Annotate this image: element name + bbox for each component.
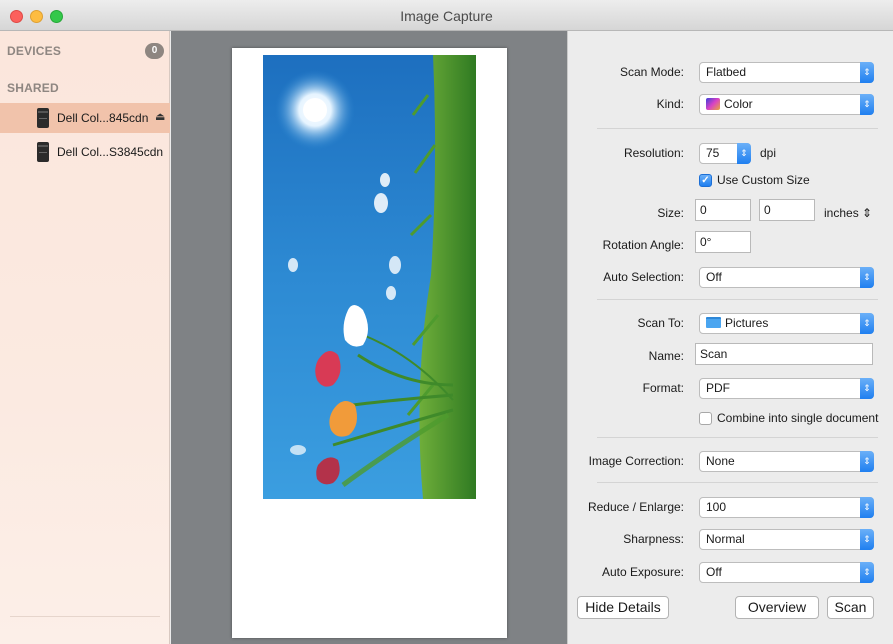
image-correction-popup[interactable]: None ⇕ <box>699 451 874 472</box>
devices-header: DEVICES <box>7 44 62 58</box>
scan-preview-area[interactable] <box>171 31 567 644</box>
chevron-updown-icon: ⇕ <box>737 143 751 164</box>
preview-page <box>232 48 507 638</box>
resolution-value: 75 <box>706 146 720 160</box>
auto-exposure-popup[interactable]: Off ⇕ <box>699 562 874 583</box>
chevron-updown-icon: ⇕ <box>860 451 874 472</box>
folder-icon <box>706 317 721 328</box>
chevron-updown-icon: ⇕ <box>860 529 874 550</box>
chevron-updown-icon: ⇕ <box>862 206 873 220</box>
chevron-updown-icon: ⇕ <box>860 267 874 288</box>
size-label: Size: <box>657 206 684 220</box>
overview-button[interactable]: Overview <box>735 596 819 619</box>
sharpness-label: Sharpness: <box>623 532 684 546</box>
resolution-label: Resolution: <box>623 146 684 160</box>
size-height-field[interactable]: 0 <box>759 199 815 221</box>
rotation-angle-label: Rotation Angle: <box>602 238 684 252</box>
format-popup[interactable]: PDF ⇕ <box>699 378 874 399</box>
kind-popup[interactable]: Color ⇕ <box>699 94 874 115</box>
printer-icon <box>37 108 49 128</box>
devices-count-badge: 0 <box>145 43 164 59</box>
divider <box>10 616 160 617</box>
combine-document-checkbox[interactable] <box>699 412 712 425</box>
chevron-updown-icon: ⇕ <box>860 378 874 399</box>
scan-to-label: Scan To: <box>637 316 684 330</box>
auto-selection-value: Off <box>706 270 722 284</box>
scan-mode-value: Flatbed <box>706 65 747 79</box>
format-value: PDF <box>706 381 730 395</box>
scanned-image[interactable] <box>263 55 476 499</box>
scan-to-popup[interactable]: Pictures ⇕ <box>699 313 874 334</box>
resolution-unit: dpi <box>760 146 777 160</box>
combine-document-label: Combine into single document <box>717 411 879 425</box>
image-correction-label: Image Correction: <box>588 454 684 468</box>
size-width-field[interactable]: 0 <box>695 199 751 221</box>
sidebar: DEVICES 0 SHARED Dell Col...845cdn ⏏ Del… <box>0 31 170 644</box>
sidebar-item-device[interactable]: Dell Col...845cdn ⏏ <box>0 103 170 133</box>
device-label: Dell Col...845cdn <box>57 111 149 125</box>
auto-selection-label: Auto Selection: <box>603 270 684 284</box>
name-field[interactable]: Scan <box>695 343 873 365</box>
sidebar-item-device[interactable]: Dell Col...S3845cdn <box>0 137 170 167</box>
hide-details-button[interactable]: Hide Details <box>577 596 669 619</box>
chevron-updown-icon: ⇕ <box>860 497 874 518</box>
printer-icon <box>37 142 49 162</box>
auto-selection-popup[interactable]: Off ⇕ <box>699 267 874 288</box>
size-unit-value: inches <box>824 206 859 220</box>
scan-mode-popup[interactable]: Flatbed ⇕ <box>699 62 874 83</box>
chevron-updown-icon: ⇕ <box>860 62 874 83</box>
use-custom-size-checkbox[interactable]: ✓ <box>699 174 712 187</box>
window-title: Image Capture <box>400 8 493 24</box>
format-label: Format: <box>642 381 684 395</box>
auto-exposure-label: Auto Exposure: <box>601 565 684 579</box>
name-label: Name: <box>648 349 684 363</box>
chevron-updown-icon: ⇕ <box>860 313 874 334</box>
size-unit-popup[interactable]: inches ⇕ <box>824 206 872 220</box>
scan-details-panel: Scan Mode: Flatbed ⇕ Kind: Color ⇕ Resol… <box>567 31 893 644</box>
divider <box>597 299 878 300</box>
divider <box>597 437 878 438</box>
scan-to-value: Pictures <box>725 316 769 330</box>
scan-button[interactable]: Scan <box>827 596 874 619</box>
auto-exposure-value: Off <box>706 565 722 579</box>
chevron-updown-icon: ⇕ <box>860 94 874 115</box>
resolution-combobox[interactable]: 75 ⇕ <box>699 143 751 164</box>
chevron-updown-icon: ⇕ <box>860 562 874 583</box>
reduce-enlarge-combobox[interactable]: 100 ⇕ <box>699 497 874 518</box>
divider <box>597 128 878 129</box>
device-label: Dell Col...S3845cdn <box>57 145 164 159</box>
sharpness-popup[interactable]: Normal ⇕ <box>699 529 874 550</box>
title-bar: Image Capture <box>0 0 893 31</box>
eject-icon[interactable]: ⏏ <box>155 110 165 123</box>
rotation-angle-field[interactable]: 0° <box>695 231 751 253</box>
image-correction-value: None <box>706 454 735 468</box>
use-custom-size-label: Use Custom Size <box>717 173 810 187</box>
divider <box>597 482 878 483</box>
reduce-enlarge-label: Reduce / Enlarge: <box>587 500 684 514</box>
reduce-enlarge-value: 100 <box>706 500 727 514</box>
color-swatch-icon <box>706 98 720 110</box>
kind-label: Kind: <box>656 97 684 111</box>
shared-header: SHARED <box>7 81 59 95</box>
scan-mode-label: Scan Mode: <box>619 65 684 79</box>
kind-value: Color <box>724 97 753 111</box>
sharpness-value: Normal <box>706 532 745 546</box>
